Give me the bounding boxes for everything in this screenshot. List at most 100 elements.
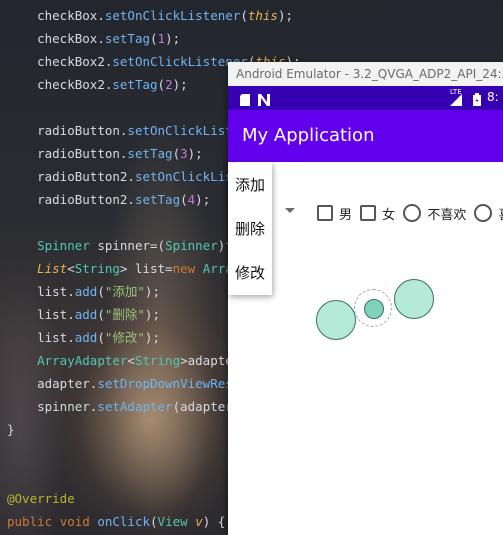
code-line: checkBox.setOnClickListener(this); xyxy=(7,4,293,27)
options-row: 男 女 不喜欢 喜 xyxy=(317,203,503,223)
app-bar: My Application xyxy=(228,110,503,162)
code-token: ( xyxy=(97,307,105,322)
radio-dislike[interactable]: 不喜欢 xyxy=(403,203,466,223)
menu-item-edit[interactable]: 修改 xyxy=(235,258,272,288)
code-token: ); xyxy=(144,330,160,345)
code-token: list. xyxy=(37,284,75,299)
code-token: void xyxy=(59,514,90,529)
code-token: setTag xyxy=(134,192,181,207)
code-line: ArrayAdapter<String>adapter= xyxy=(7,349,248,372)
code-token: ( xyxy=(172,146,181,161)
code-token: ); xyxy=(172,77,188,92)
code-line: adapter.setDropDownViewResou xyxy=(7,372,248,395)
code-token: checkBox. xyxy=(37,31,105,46)
code-token: v xyxy=(195,514,203,529)
radio-circle[interactable] xyxy=(403,204,422,222)
status-bar: LTE 8: xyxy=(228,86,503,110)
code-token: adapter. xyxy=(37,376,98,391)
code-token: setAdapter xyxy=(97,399,173,414)
code-token: ( xyxy=(157,77,166,92)
code-token: add xyxy=(74,307,98,322)
menu-item-delete[interactable]: 删除 xyxy=(235,214,272,244)
code-token: ( xyxy=(180,192,188,207)
code-token: String xyxy=(74,261,120,276)
code-token: ( xyxy=(97,284,105,299)
code-token: Spinner xyxy=(165,238,218,253)
checkbox-female[interactable]: 女 xyxy=(360,203,395,223)
status-time: 8: xyxy=(487,90,499,104)
bubble-large-right xyxy=(394,279,434,319)
code-line: Spinner spinner=(Spinner)fi xyxy=(7,234,240,257)
code-token: ArrayAdapter xyxy=(37,353,128,368)
code-token: ( xyxy=(150,514,158,529)
code-token: public xyxy=(7,514,53,529)
code-token: spinner. xyxy=(37,399,98,414)
code-token: checkBox2. xyxy=(37,54,113,69)
code-token: ( xyxy=(150,31,158,46)
code-token: "修改" xyxy=(104,330,145,345)
code-token: ); xyxy=(187,146,203,161)
checkbox-label: 男 xyxy=(339,207,353,223)
code-token: list. xyxy=(37,307,75,322)
radio-label: 不喜欢 xyxy=(427,207,467,223)
code-token: ); xyxy=(144,307,160,322)
code-token: 1 xyxy=(157,31,166,46)
code-token: @Override xyxy=(7,491,75,506)
code-token: add xyxy=(74,284,98,299)
code-token: Spinner xyxy=(37,238,90,253)
code-line: List<String> list=new ArrayL xyxy=(7,257,248,280)
code-token: "删除" xyxy=(104,307,145,322)
code-token: 2 xyxy=(165,77,173,92)
code-token: ); xyxy=(195,192,211,207)
code-token: spinner=( xyxy=(89,238,166,253)
code-token: } xyxy=(7,422,15,437)
radio-circle[interactable] xyxy=(474,204,493,222)
code-token: list. xyxy=(37,330,75,345)
checkbox-male[interactable]: 男 xyxy=(317,203,352,223)
checkbox-box[interactable] xyxy=(360,205,377,221)
code-token: < xyxy=(67,261,75,276)
code-token: radioButton. xyxy=(37,146,128,161)
code-token: ); xyxy=(144,284,160,299)
app-title: My Application xyxy=(242,125,375,146)
code-token: ); xyxy=(165,31,181,46)
spinner-dropdown-arrow-icon[interactable] xyxy=(285,208,295,213)
radio-label: 喜 xyxy=(498,204,503,223)
spinner-dropdown-menu: 添加 删除 修改 xyxy=(228,162,272,295)
code-token: radioButton. xyxy=(37,123,128,138)
emulator-title: Android Emulator - 3.2_QVGA_ADP2_API_24:… xyxy=(228,62,503,86)
checkbox-box[interactable] xyxy=(317,205,333,221)
code-line: } xyxy=(7,418,15,441)
code-line: @Override xyxy=(7,487,75,510)
radio-like[interactable]: 喜 xyxy=(474,203,503,223)
n-notification-icon xyxy=(258,91,270,106)
emulator-window[interactable]: Android Emulator - 3.2_QVGA_ADP2_API_24:… xyxy=(228,62,503,535)
code-line: checkBox.setTag(1); xyxy=(7,27,180,50)
bubble-large-left xyxy=(316,300,356,340)
code-token: onClick xyxy=(97,514,151,529)
code-line: checkBox2.setTag(2); xyxy=(7,73,188,96)
code-token: ); xyxy=(277,8,294,23)
battery-icon xyxy=(473,91,485,106)
code-token: 3 xyxy=(180,146,188,161)
code-line: list.add("添加"); xyxy=(7,280,160,303)
code-token: new xyxy=(172,261,196,276)
code-token: "添加" xyxy=(104,284,145,299)
code-line: radioButton2.setTag(4); xyxy=(7,188,210,211)
code-token: < xyxy=(127,353,135,368)
code-token: setTag xyxy=(127,146,173,161)
code-token: ) { xyxy=(202,514,226,529)
menu-item-add[interactable]: 添加 xyxy=(235,170,272,200)
code-token: setTag xyxy=(104,31,150,46)
code-line: list.add("修改"); xyxy=(7,326,160,349)
code-line: list.add("删除"); xyxy=(7,303,160,326)
signal-icon xyxy=(450,91,462,106)
